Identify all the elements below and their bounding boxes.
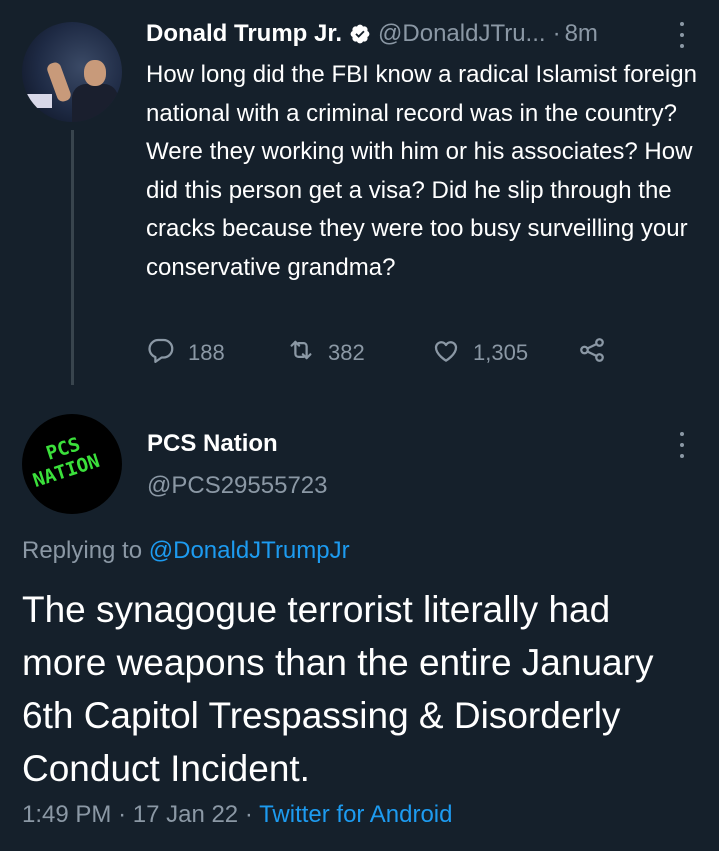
reply-count: 188	[188, 340, 225, 365]
replying-to-line: Replying to @DonaldJTrumpJr	[22, 537, 350, 565]
tweet1-text: How long did the FBI know a radical Isla…	[146, 61, 697, 281]
tweet2-text: The synagogue terrorist literally had mo…	[22, 589, 654, 789]
retweet-button[interactable]: 382	[286, 335, 431, 371]
like-button[interactable]: 1,305	[431, 335, 577, 371]
avatar-donald-trump-jr[interactable]	[22, 22, 122, 122]
tweet1-separator: ·	[552, 20, 561, 47]
tweet2-metadata: 1:49 PM · 17 Jan 22 · Twitter for Androi…	[22, 801, 452, 829]
avatar-background-flag	[22, 94, 52, 108]
tweet1-handle[interactable]: @DonaldJTru...	[378, 20, 546, 48]
tweet1-display-name[interactable]: Donald Trump Jr.	[146, 20, 342, 48]
tweet1-action-bar: 188 382 1,305	[146, 338, 607, 368]
meta-separator: ·	[244, 801, 253, 828]
avatar-suit	[72, 84, 118, 122]
share-icon	[577, 335, 607, 371]
replying-to-mention-link[interactable]: @DonaldJTrumpJr	[149, 537, 350, 564]
thread-connector-line	[71, 130, 74, 385]
share-button[interactable]	[577, 335, 607, 371]
avatar-head	[84, 60, 106, 86]
tweet2-date[interactable]: 17 Jan 22	[133, 801, 238, 828]
verified-badge-icon	[349, 23, 371, 45]
more-vertical-icon[interactable]	[676, 432, 688, 458]
reply-icon	[146, 335, 176, 371]
replying-to-label: Replying to	[22, 537, 143, 564]
tweet1-header: Donald Trump Jr. @DonaldJTru... · 8m	[146, 16, 598, 52]
retweet-icon	[286, 335, 316, 371]
reply-button[interactable]: 188	[146, 335, 286, 371]
tweet2-display-name[interactable]: PCS Nation	[147, 430, 278, 458]
tweet2-time[interactable]: 1:49 PM	[22, 801, 111, 828]
heart-icon	[431, 335, 461, 371]
tweet1-timestamp[interactable]: 8m	[565, 20, 598, 48]
meta-separator: ·	[118, 801, 127, 828]
like-count: 1,305	[473, 340, 529, 365]
retweet-count: 382	[328, 340, 365, 365]
tweet2-source-link[interactable]: Twitter for Android	[259, 801, 452, 828]
more-vertical-icon[interactable]	[676, 22, 688, 48]
tweet2-handle[interactable]: @PCS29555723	[147, 472, 328, 500]
avatar-pcs-nation[interactable]: PCS NATION	[22, 414, 122, 514]
